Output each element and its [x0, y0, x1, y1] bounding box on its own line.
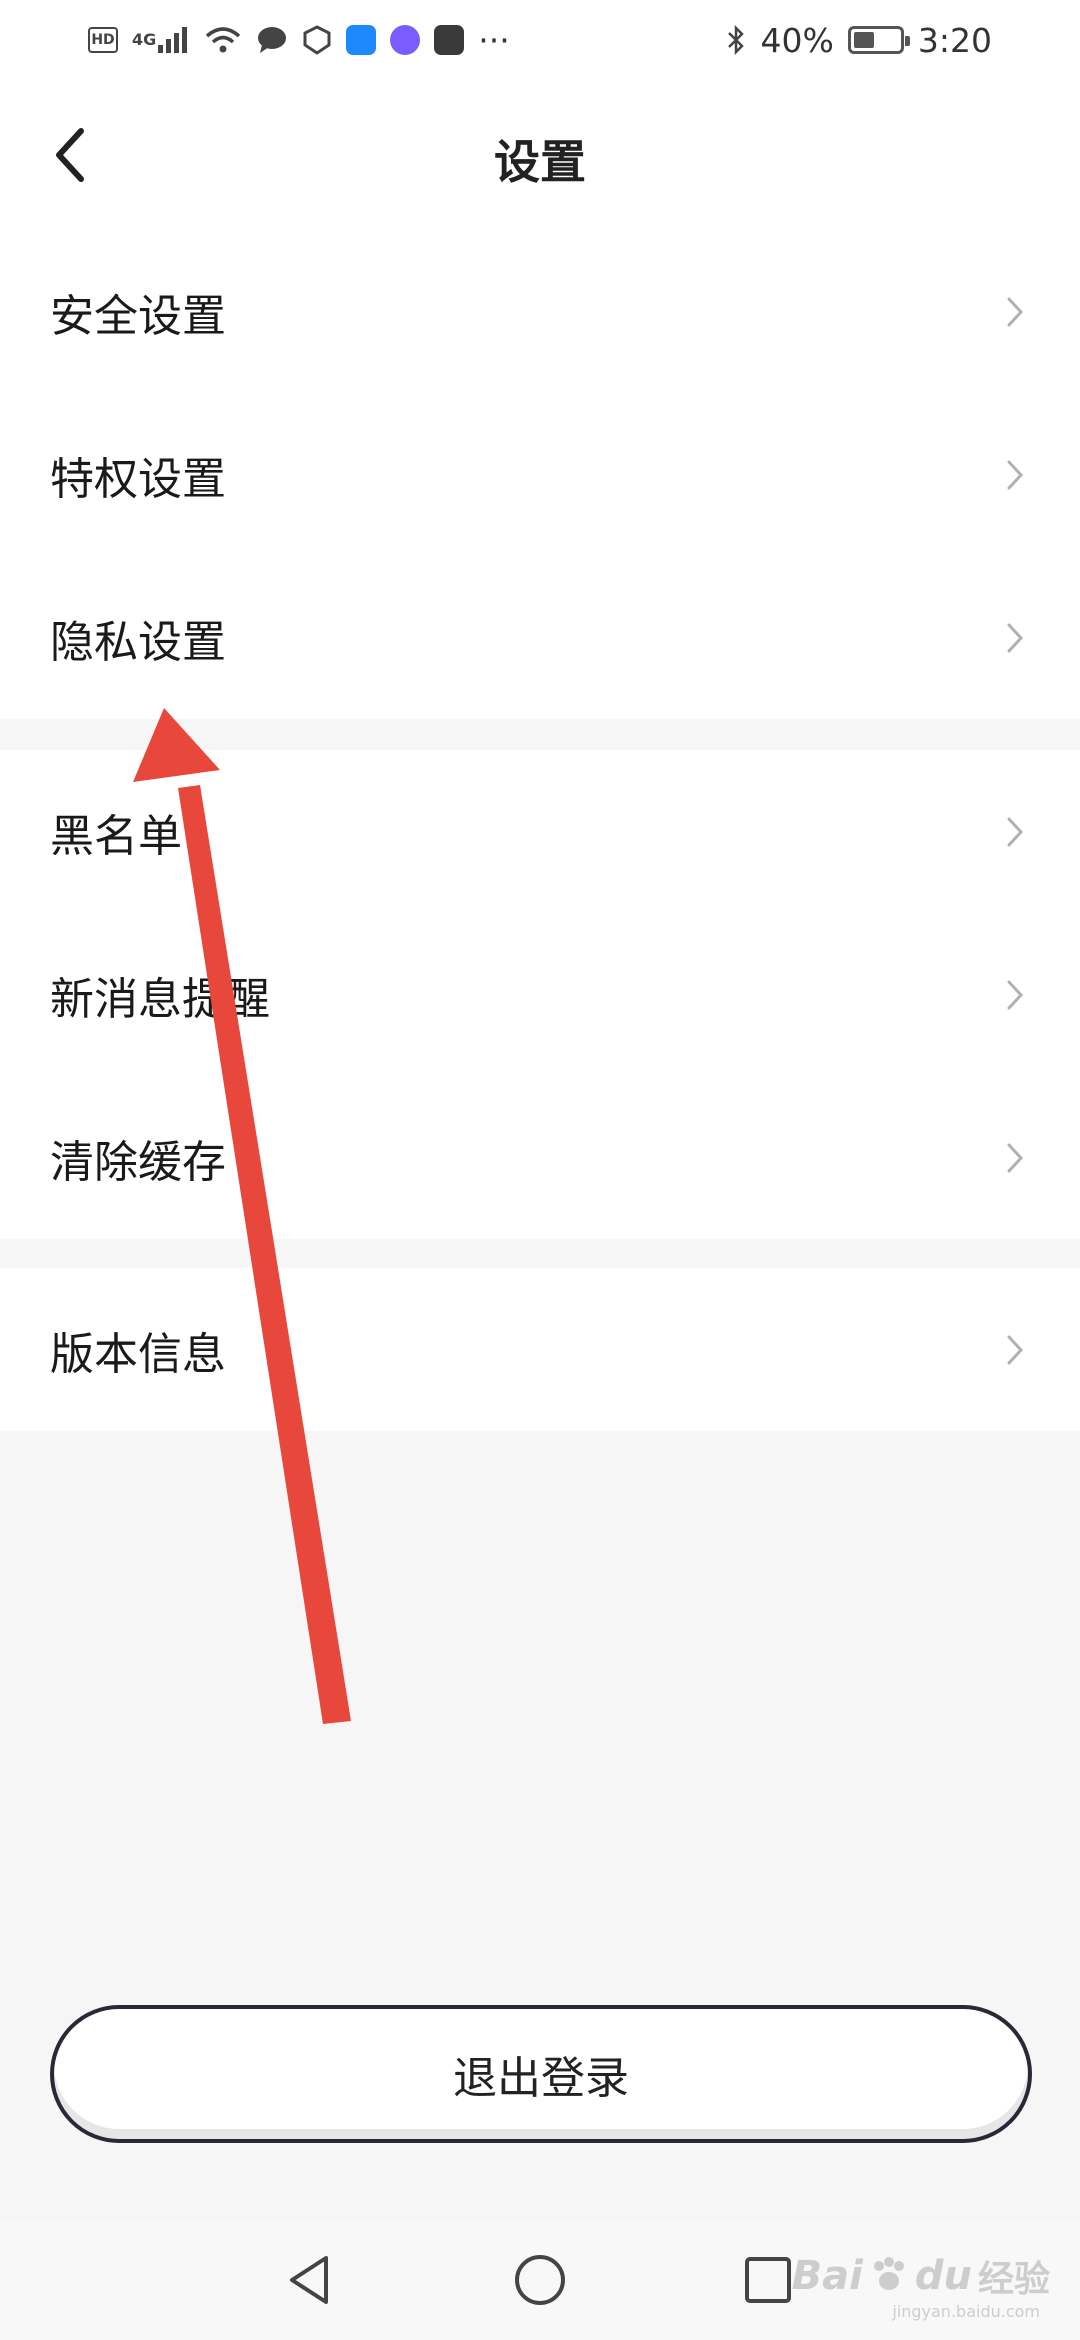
- signal-icon: 4G: [132, 25, 190, 55]
- settings-group-general: 黑名单 新消息提醒 清除缓存: [0, 750, 1080, 1239]
- weather-app-icon: [346, 25, 377, 55]
- settings-group-about: 版本信息: [0, 1268, 1080, 1431]
- logout-button[interactable]: 退出登录: [50, 2005, 1032, 2143]
- status-bar: HD 4G ··· 40% 3:20: [0, 0, 1080, 80]
- settings-item-label: 特权设置: [50, 453, 226, 505]
- chevron-right-icon: [1000, 455, 1030, 495]
- settings-item-label: 清除缓存: [50, 1136, 226, 1188]
- bluetooth-icon: [725, 24, 747, 56]
- battery-percent: 40%: [760, 20, 834, 60]
- settings-item-clear-cache[interactable]: 清除缓存: [0, 1076, 1080, 1239]
- settings-item-label: 新消息提醒: [50, 973, 270, 1025]
- settings-item-privacy[interactable]: 隐私设置: [0, 556, 1080, 719]
- message-icon: [256, 25, 288, 55]
- wifi-icon: [204, 25, 242, 55]
- nav-back-icon[interactable]: [280, 2250, 340, 2310]
- chevron-right-icon: [1000, 618, 1030, 658]
- paw-icon: [869, 2254, 909, 2298]
- settings-item-label: 版本信息: [50, 1328, 226, 1380]
- status-left: HD 4G ···: [88, 21, 510, 60]
- watermark-cn: 经验: [977, 2259, 1050, 2300]
- settings-item-label: 黑名单: [50, 810, 182, 862]
- baidu-jingyan-watermark: Bai du 经验 jingyan.baidu.com: [791, 2250, 1050, 2321]
- status-right: 40% 3:20: [725, 21, 992, 60]
- settings-item-privilege[interactable]: 特权设置: [0, 393, 1080, 556]
- watermark-paw-text: du: [914, 2253, 972, 2299]
- battery-icon: [847, 26, 910, 54]
- huawei-store-icon: [434, 25, 465, 55]
- settings-item-blacklist[interactable]: 黑名单: [0, 750, 1080, 913]
- network-type: 4G: [132, 30, 157, 49]
- settings-item-version[interactable]: 版本信息: [0, 1268, 1080, 1431]
- chevron-right-icon: [1000, 1330, 1030, 1370]
- settings-item-label: 安全设置: [50, 290, 226, 342]
- app-header: 设置: [0, 80, 1080, 230]
- settings-group-account: 安全设置 特权设置 隐私设置: [0, 230, 1080, 719]
- chevron-right-icon: [1000, 292, 1030, 332]
- watermark-brand: Bai: [791, 2253, 863, 2299]
- chevron-right-icon: [1000, 1138, 1030, 1178]
- page-title: 设置: [494, 135, 586, 189]
- chevron-right-icon: [1000, 975, 1030, 1015]
- watermark-domain: jingyan.baidu.com: [892, 2302, 1040, 2321]
- hd-badge: HD: [88, 27, 118, 53]
- shield-app-icon: [302, 25, 332, 55]
- settings-item-notifications[interactable]: 新消息提醒: [0, 913, 1080, 1076]
- clock: 3:20: [917, 20, 992, 60]
- settings-item-label: 隐私设置: [50, 616, 226, 668]
- settings-item-security[interactable]: 安全设置: [0, 230, 1080, 393]
- music-app-icon: [390, 25, 421, 55]
- chevron-right-icon: [1000, 812, 1030, 852]
- nav-home-icon[interactable]: [510, 2250, 570, 2310]
- nav-recent-icon[interactable]: [738, 2250, 798, 2310]
- more-notifications-icon: ···: [478, 20, 510, 60]
